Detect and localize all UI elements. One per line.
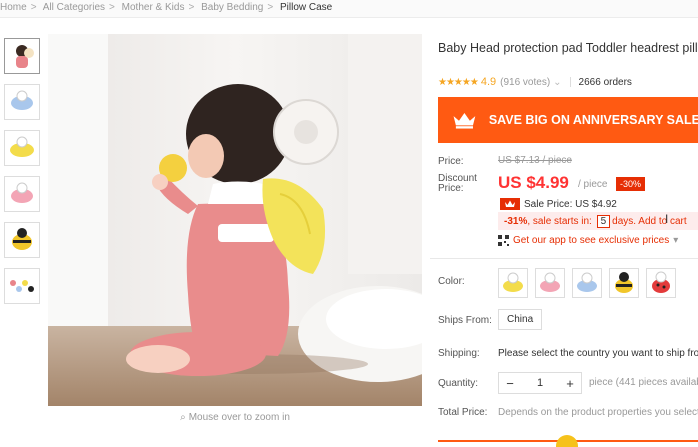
breadcrumb-pillow-case: Pillow Case xyxy=(280,2,333,13)
blue-pillow-thumbnail-image xyxy=(11,90,33,110)
discount-badge: -30% xyxy=(616,177,646,191)
quantity-stepper: − 1 + xyxy=(498,372,582,394)
ladybug-pillow-swatch xyxy=(652,271,670,293)
breadcrumb-separator: > xyxy=(188,2,195,13)
qr-code-icon xyxy=(498,235,509,246)
color-options xyxy=(498,268,676,298)
breadcrumb-baby-bedding[interactable]: Baby Bedding xyxy=(201,2,263,13)
promo-days-value: 5 xyxy=(596,215,611,228)
color-option-yellow[interactable] xyxy=(498,268,528,298)
breadcrumb-separator: > xyxy=(267,2,274,13)
price-label: Price: xyxy=(438,156,464,167)
promo-percent: -31% xyxy=(504,216,528,227)
all-colors-thumbnail-image xyxy=(10,280,34,292)
original-price: US $7.13 / piece xyxy=(498,155,572,166)
pink-pillow-thumbnail-image xyxy=(11,182,33,203)
pink-pillow-swatch xyxy=(540,272,560,292)
blue-pillow-swatch xyxy=(577,272,597,292)
rating-row: ★★★★★ 4.9 (916 votes) ⌄ 2666 orders xyxy=(438,76,632,88)
color-option-pink[interactable] xyxy=(535,268,565,298)
shipping-message: Please select the country you want to sh… xyxy=(498,348,698,359)
quantity-decrease-button[interactable]: − xyxy=(499,376,521,391)
thumbnail-3[interactable] xyxy=(4,130,40,166)
color-option-ladybug[interactable] xyxy=(646,268,676,298)
bee-pillow-thumbnail-image xyxy=(12,228,32,250)
breadcrumb-home[interactable]: Home xyxy=(0,2,27,13)
baby-photo-illustration xyxy=(48,34,422,406)
thumbnail-1[interactable] xyxy=(4,38,40,74)
main-product-image[interactable] xyxy=(48,34,422,406)
thumbnail-6[interactable] xyxy=(4,268,40,304)
crown-icon xyxy=(453,113,476,129)
text-cursor-icon: I xyxy=(665,212,669,226)
shipping-label: Shipping: xyxy=(438,348,480,359)
section-divider xyxy=(430,258,698,259)
baby-pink-thumbnail-image xyxy=(16,45,34,68)
breadcrumb-mother-kids[interactable]: Mother & Kids xyxy=(122,2,185,13)
order-count: 2666 orders xyxy=(578,76,632,88)
breadcrumb-all-categories[interactable]: All Categories xyxy=(43,2,105,13)
quantity-input[interactable]: 1 xyxy=(521,377,559,389)
discount-price: US $4.99 xyxy=(498,173,569,192)
promo-days-unit: days xyxy=(612,216,634,227)
thumbnail-list xyxy=(4,38,42,314)
promo-text: , sale starts in: xyxy=(527,216,592,227)
discount-price-label: Price: xyxy=(438,183,464,194)
sale-price: Sale Price: US $4.92 xyxy=(524,198,617,210)
total-price-value: Depends on the product properties you se… xyxy=(498,407,698,418)
rating-stars: ★★★★★ xyxy=(438,76,479,88)
quantity-increase-button[interactable]: + xyxy=(559,376,581,391)
rating-divider xyxy=(569,77,571,87)
bee-pillow-swatch xyxy=(615,272,633,293)
vote-count[interactable]: (916 votes) xyxy=(500,77,550,88)
zoom-hint: ⌕ Mouse over to zoom in xyxy=(180,412,290,423)
yellow-pillow-swatch xyxy=(503,272,523,292)
thumbnail-4[interactable] xyxy=(4,176,40,212)
color-option-bee[interactable] xyxy=(609,268,639,298)
product-title: Baby Head protection pad Toddler headres… xyxy=(438,41,698,55)
breadcrumb-separator: > xyxy=(109,2,115,13)
app-promo-text: Get our app to see exclusive prices xyxy=(513,235,670,246)
anniversary-sale-banner[interactable]: SAVE BIG ON ANNIVERSARY SALE xyxy=(438,97,698,143)
breadcrumb: Home > All Categories > Mother & Kids > Bab… xyxy=(0,2,332,13)
color-option-blue[interactable] xyxy=(572,268,602,298)
quantity-label: Quantity: xyxy=(438,378,479,389)
thumbnail-2[interactable] xyxy=(4,84,40,120)
ships-from-label: Ships From: xyxy=(438,315,492,326)
sale-price-row: Sale Price: US $4.92 xyxy=(500,198,617,210)
total-price-label: Total Price: xyxy=(438,407,488,418)
chevron-down-icon: ⌄ xyxy=(553,76,562,88)
floating-badge-edge xyxy=(556,435,578,447)
quantity-availability: piece (441 pieces available) xyxy=(589,377,698,388)
chevron-down-icon: ▾ xyxy=(673,235,679,246)
magnifier-icon: ⌕ xyxy=(180,412,186,423)
rating-value: 4.9 xyxy=(480,76,497,88)
per-piece-unit: / piece xyxy=(578,179,608,190)
sale-crown-icon xyxy=(500,198,520,210)
thumbnail-5[interactable] xyxy=(4,222,40,258)
app-promo-link[interactable]: Get our app to see exclusive prices ▾ xyxy=(498,235,678,246)
promo-tail: . Add to cart xyxy=(633,216,687,227)
ships-from-china-option[interactable]: China xyxy=(498,309,543,330)
breadcrumb-separator: > xyxy=(30,2,37,13)
color-label: Color: xyxy=(438,276,465,287)
yellow-wings-thumbnail-image xyxy=(10,136,34,157)
banner-text: SAVE BIG ON ANNIVERSARY SALE xyxy=(488,113,698,127)
